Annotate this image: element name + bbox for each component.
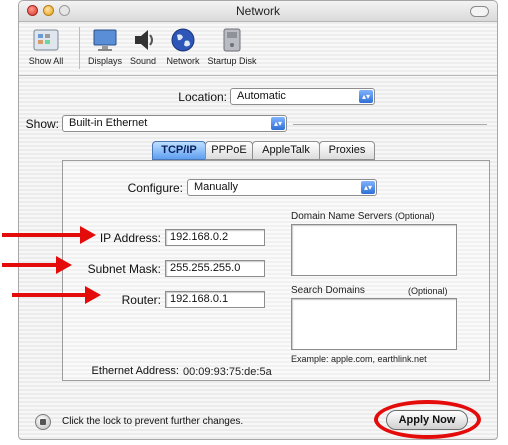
- annotation-circle-apply: [374, 400, 481, 439]
- show-popup[interactable]: Built-in Ethernet ▴▾: [62, 115, 287, 132]
- example-text: Example: apple.com, earthlink.net: [291, 354, 427, 364]
- dns-label-row: Domain Name Servers (Optional): [291, 211, 434, 222]
- configure-label: Configure:: [127, 181, 183, 195]
- toolbar-divider: [79, 27, 80, 69]
- show-label: Show:: [25, 117, 59, 131]
- display-icon: [91, 26, 119, 54]
- tab-proxies[interactable]: Proxies: [319, 141, 375, 160]
- disk-icon: [218, 26, 246, 54]
- tab-tcpip[interactable]: TCP/IP: [152, 141, 206, 160]
- separator: [293, 124, 487, 125]
- router-field[interactable]: 192.168.0.1: [165, 291, 265, 308]
- tab-appletalk[interactable]: AppleTalk: [252, 141, 320, 160]
- toolbar-item-sound[interactable]: Sound: [125, 26, 161, 66]
- show-all-icon: [32, 26, 60, 54]
- subnet-mask-field[interactable]: 255.255.255.0: [165, 260, 265, 277]
- lock-text: Click the lock to prevent further change…: [62, 416, 244, 427]
- lock-icon[interactable]: [35, 414, 51, 430]
- subnet-mask-label: Subnet Mask:: [87, 262, 161, 276]
- search-domains-label: Search Domains: [291, 285, 365, 296]
- tcpip-panel: Configure: Manually ▴▾ Domain Name Serve…: [62, 160, 490, 381]
- tab-pppoe[interactable]: PPPoE: [205, 141, 253, 160]
- configure-popup[interactable]: Manually ▴▾: [187, 179, 377, 196]
- ethernet-address-label: Ethernet Address:: [91, 365, 179, 377]
- popup-arrows-icon: ▴▾: [359, 90, 373, 103]
- toolbar-item-show-all[interactable]: Show All: [25, 26, 67, 66]
- toolbar-item-network[interactable]: Network: [162, 26, 204, 66]
- toolbar-item-startup-disk[interactable]: Startup Disk: [204, 26, 260, 66]
- dns-label: Domain Name Servers: [291, 211, 393, 222]
- annotation-arrow-subnet: [2, 256, 72, 274]
- search-domains-optional: (Optional): [408, 286, 448, 296]
- location-value: Automatic: [237, 90, 286, 102]
- toolbar-label: Network: [166, 56, 200, 66]
- annotation-arrow-router: [12, 286, 101, 304]
- ethernet-address-value: 00:09:93:75:de:5a: [183, 366, 272, 378]
- dns-optional: (Optional): [394, 211, 435, 221]
- popup-arrows-icon: ▴▾: [271, 117, 285, 130]
- ip-address-field[interactable]: 192.168.0.2: [165, 229, 265, 246]
- toolbar-label: Startup Disk: [207, 56, 257, 66]
- configure-value: Manually: [194, 181, 239, 193]
- toolbar-toggle-button[interactable]: [470, 6, 489, 17]
- speaker-icon: [129, 26, 157, 54]
- show-value: Built-in Ethernet: [69, 117, 148, 129]
- globe-icon: [169, 26, 197, 54]
- location-label: Location:: [178, 90, 227, 104]
- location-popup[interactable]: Automatic ▴▾: [230, 88, 375, 105]
- toolbar-label: Sound: [129, 56, 157, 66]
- title-bar[interactable]: Network: [19, 1, 497, 22]
- network-preferences-window: Network Show All Displays Sound Network …: [18, 0, 498, 440]
- popup-arrows-icon: ▴▾: [361, 181, 375, 194]
- dns-servers-field[interactable]: [291, 224, 457, 276]
- search-domains-field[interactable]: [291, 298, 457, 350]
- toolbar-label: Displays: [87, 56, 122, 66]
- annotation-arrow-ip: [2, 226, 96, 244]
- window-title: Network: [235, 4, 280, 18]
- toolbar: Show All Displays Sound Network Startup …: [19, 22, 497, 76]
- toolbar-item-displays[interactable]: Displays: [85, 26, 125, 66]
- toolbar-label: Show All: [28, 56, 64, 66]
